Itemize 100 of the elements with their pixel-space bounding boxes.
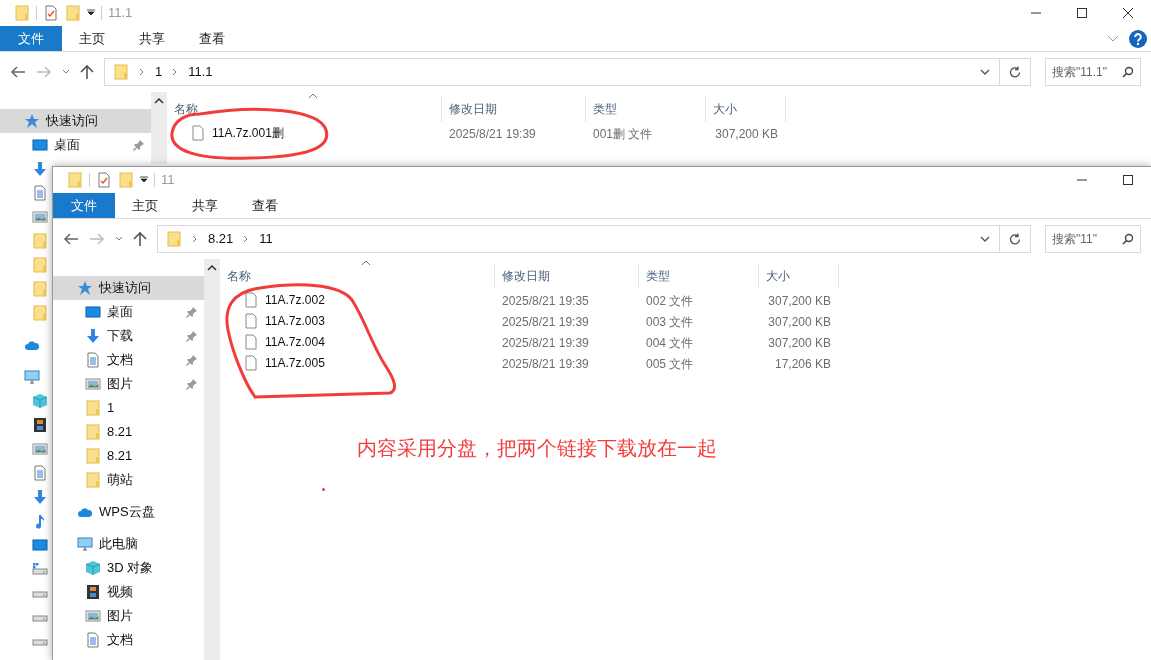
monitor-icon [77, 536, 93, 552]
cube-icon [85, 560, 101, 576]
dropdown-caret-icon[interactable] [87, 9, 95, 17]
file-menu-button[interactable]: 文件 [0, 26, 62, 51]
chevron-down-icon[interactable] [979, 236, 990, 242]
ribbon-tab[interactable]: 查看 [235, 193, 295, 218]
table-cell: 307,200 KB [768, 314, 831, 329]
blank-file-icon [243, 333, 259, 350]
film-icon [85, 584, 101, 600]
up-arrow-icon[interactable] [80, 64, 94, 80]
sidebar-item[interactable]: 文档 [53, 348, 204, 372]
close-icon[interactable] [1122, 7, 1134, 19]
download-arrow-icon [32, 161, 48, 177]
monitor-icon [24, 369, 40, 385]
folder-icon [113, 64, 129, 80]
sidebar-item[interactable]: 视频 [53, 580, 204, 604]
picture-icon [85, 376, 101, 392]
sidebar-item[interactable]: 文档 [53, 628, 204, 652]
ribbon-tab[interactable]: 主页 [115, 193, 175, 218]
sidebar-item[interactable]: 图片 [53, 604, 204, 628]
column-header[interactable]: 大小 [759, 263, 839, 289]
sidebar-item[interactable]: 1 [53, 396, 204, 420]
table-cell: 002 文件 [646, 293, 694, 308]
table-cell: 004 文件 [646, 335, 694, 350]
column-header[interactable]: 类型 [639, 263, 759, 289]
window-title: 11 [161, 171, 175, 190]
table-cell: 17,206 KB [774, 356, 831, 371]
breadcrumb[interactable]: 11 [259, 229, 273, 249]
file-name[interactable]: 11A.7z.004 [265, 332, 325, 351]
sidebar-item[interactable]: 8.21 [53, 444, 204, 468]
chevron-down-icon[interactable] [979, 69, 990, 75]
desktop-icon [32, 537, 48, 553]
chevron-down-icon[interactable] [115, 236, 123, 242]
search-field[interactable]: 搜索"11" [1045, 225, 1141, 253]
table-cell: 2025/8/21 19:39 [502, 314, 589, 329]
column-header[interactable]: 大小 [706, 96, 786, 122]
table-cell: 001删 文件 [593, 126, 653, 141]
sidebar-item[interactable]: 萌站 [53, 468, 204, 492]
ribbon-tab[interactable]: 共享 [122, 26, 182, 51]
scrollbar[interactable] [204, 259, 220, 660]
column-header[interactable]: 修改日期 [495, 263, 639, 289]
caret-up-icon[interactable] [207, 265, 217, 271]
back-arrow-icon[interactable] [63, 233, 79, 245]
table-cell: 003 文件 [646, 314, 694, 329]
refresh-icon[interactable] [1009, 233, 1021, 245]
column-header[interactable]: 类型 [586, 96, 706, 122]
document-icon [32, 465, 48, 481]
sidebar-item[interactable]: 图片 [53, 372, 204, 396]
file-name[interactable]: 11A.7z.005 [265, 353, 325, 372]
sidebar-item[interactable]: 桌面 [53, 300, 204, 324]
sidebar-item[interactable]: 快速访问 [53, 276, 204, 300]
file-name[interactable]: 11A.7z.002 [265, 290, 325, 309]
sidebar-item[interactable]: 3D 对象 [53, 556, 204, 580]
up-arrow-icon[interactable] [133, 231, 147, 247]
breadcrumb[interactable]: 11.1 [188, 62, 213, 82]
file-menu-button[interactable]: 文件 [53, 193, 115, 218]
sidebar-item[interactable]: 8.21 [53, 420, 204, 444]
address-bar[interactable]: 1 11.1 [104, 58, 1031, 86]
search-icon[interactable] [1122, 66, 1134, 78]
folder-icon [166, 231, 182, 247]
ribbon-tab[interactable]: 查看 [182, 26, 242, 51]
table-cell: 307,200 KB [768, 335, 831, 350]
address-bar[interactable]: 8.21 11 [157, 225, 1031, 253]
table-cell: 307,200 KB [715, 126, 778, 141]
breadcrumb[interactable]: 8.21 [208, 229, 234, 249]
file-name[interactable]: 11A.7z.003 [265, 311, 325, 330]
help-icon[interactable] [1129, 29, 1147, 48]
scrollbar[interactable] [151, 92, 167, 164]
properties-icon[interactable] [96, 172, 112, 188]
search-field[interactable]: 搜索"11.1" [1045, 58, 1141, 86]
maximize-icon[interactable] [1122, 174, 1134, 186]
breadcrumb[interactable]: 1 [155, 62, 163, 82]
dropdown-caret-icon[interactable] [140, 176, 148, 184]
folder-icon [67, 172, 83, 188]
column-header[interactable]: 修改日期 [442, 96, 586, 122]
file-name[interactable]: 11A.7z.001删 [212, 123, 284, 142]
sidebar-item[interactable]: 下载 [53, 324, 204, 348]
chevron-down-icon[interactable] [62, 69, 70, 75]
blank-file-icon [243, 291, 259, 308]
properties-icon[interactable] [43, 5, 59, 21]
sidebar-item[interactable]: 快速访问 [0, 109, 151, 133]
maximize-icon[interactable] [1076, 7, 1088, 19]
caret-up-icon[interactable] [154, 98, 164, 104]
chevron-right-icon [192, 235, 198, 243]
refresh-icon[interactable] [1009, 66, 1021, 78]
chevron-right-icon [139, 68, 145, 76]
window-title: 11.1 [108, 4, 133, 23]
picture-icon [32, 441, 48, 457]
ribbon-tab[interactable]: 共享 [175, 193, 235, 218]
ribbon-tab[interactable]: 主页 [62, 26, 122, 51]
search-icon[interactable] [1122, 233, 1134, 245]
sidebar-item[interactable]: 此电脑 [53, 532, 204, 556]
column-header[interactable]: 名称 [220, 263, 495, 289]
drive-icon [32, 561, 48, 577]
document-icon [85, 352, 101, 368]
sidebar-item[interactable]: 桌面 [0, 133, 151, 157]
cube-icon [32, 393, 48, 409]
desktop-icon [32, 137, 48, 153]
back-arrow-icon[interactable] [10, 66, 26, 78]
sidebar-item[interactable]: WPS云盘 [53, 500, 204, 524]
